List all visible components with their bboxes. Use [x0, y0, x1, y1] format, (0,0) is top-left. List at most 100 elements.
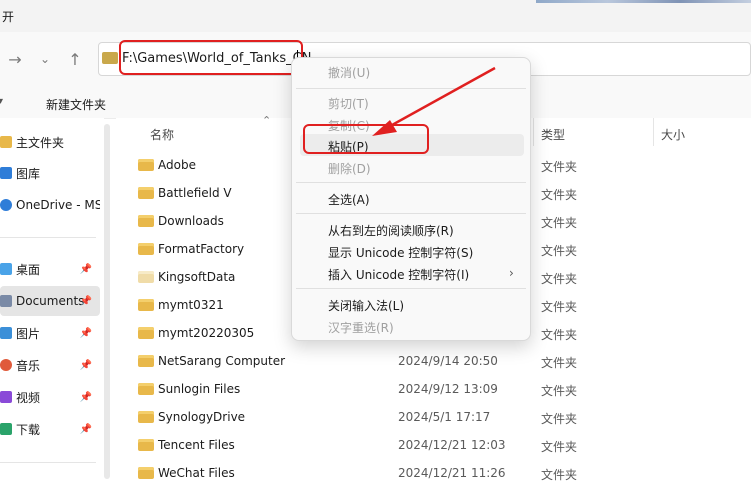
sidebar-scrollbar[interactable]: [104, 124, 110, 479]
file-type: 文件夹: [541, 300, 578, 314]
file-date: 2024/12/21 12:03: [398, 438, 506, 452]
file-date: 2024/9/12 13:09: [398, 382, 498, 396]
menu-item-delete[interactable]: 删除(D): [328, 160, 371, 177]
file-name: SynologyDrive: [158, 410, 246, 424]
folder-icon: [138, 383, 154, 395]
forward-arrow-icon[interactable]: →: [4, 48, 26, 70]
menu-item-cut[interactable]: 剪切(T): [328, 95, 369, 112]
file-type: 文件夹: [541, 356, 578, 370]
column-divider[interactable]: [533, 118, 534, 146]
recent-dropdown-icon[interactable]: ⌄: [34, 48, 56, 70]
file-name: mymt20220305: [158, 326, 255, 340]
pin-icon: 📌: [79, 295, 92, 307]
file-type: 文件夹: [541, 384, 578, 398]
menu-separator: [296, 88, 526, 89]
file-name: mymt0321: [158, 298, 224, 312]
documents-icon: [0, 295, 12, 307]
menu-item-select-all[interactable]: 全选(A): [328, 191, 370, 208]
folder-icon: [138, 187, 154, 199]
up-arrow-icon[interactable]: ↑: [64, 48, 86, 70]
file-type: 文件夹: [541, 328, 578, 342]
pin-icon: 📌: [79, 263, 92, 275]
file-name: WeChat Files: [158, 466, 235, 480]
folder-icon: [138, 159, 154, 171]
pin-icon: 📌: [79, 327, 92, 339]
chevron-right-icon: ›: [509, 266, 514, 280]
file-name: Battlefield V: [158, 186, 232, 200]
file-date: 2024/5/1 17:17: [398, 410, 491, 424]
sidebar-item-label: 下载: [16, 422, 41, 437]
downloads-icon: [0, 423, 12, 435]
pictures-icon: [0, 327, 12, 339]
menu-item-close-ime[interactable]: 关闭输入法(L): [328, 297, 404, 314]
file-type: 文件夹: [541, 412, 578, 426]
file-name: Adobe: [158, 158, 196, 172]
home-icon: [0, 136, 12, 148]
annotation-box-address: [119, 40, 303, 75]
file-type: 文件夹: [541, 216, 578, 230]
file-name: Downloads: [158, 214, 224, 228]
file-type: 文件夹: [541, 468, 578, 482]
sidebar-item-label: 桌面: [16, 262, 41, 277]
sidebar-item-downloads[interactable]: 下载 📌: [0, 414, 100, 444]
background-image-strip: [536, 0, 751, 3]
menu-item-reconvert[interactable]: 汉字重选(R): [328, 319, 394, 336]
sidebar-item-onedrive[interactable]: OneDrive - MS: [0, 190, 100, 220]
file-name: NetSarang Computer: [158, 354, 286, 368]
sidebar-item-label: Documents: [16, 294, 85, 308]
folder-icon: [138, 327, 154, 339]
sidebar-item-pictures[interactable]: 图片 📌: [0, 318, 100, 348]
column-divider[interactable]: [653, 118, 654, 146]
sidebar-item-label: OneDrive - MS: [16, 198, 100, 212]
folder-icon: [138, 215, 154, 227]
file-name: Tencent Files: [158, 438, 235, 452]
folder-icon: [138, 271, 154, 283]
cloud-icon: [0, 199, 12, 211]
file-type: 文件夹: [541, 440, 578, 454]
file-type: 文件夹: [541, 244, 578, 258]
column-header-type[interactable]: 类型: [541, 126, 565, 143]
menu-item-insert-unicode[interactable]: 插入 Unicode 控制字符(I): [328, 266, 469, 283]
sidebar-divider: [0, 237, 96, 238]
sidebar-item-home[interactable]: 主文件夹: [0, 127, 100, 157]
folder-icon: [102, 52, 118, 64]
file-name: FormatFactory: [158, 242, 245, 256]
chevron-down-icon[interactable]: ▾: [0, 96, 3, 107]
file-date: 2024/9/14 20:50: [398, 354, 498, 368]
file-type: 文件夹: [541, 188, 578, 202]
file-name: Sunlogin Files: [158, 382, 241, 396]
window-title: 开: [2, 10, 15, 24]
file-type: 文件夹: [541, 160, 578, 174]
file-name: KingsoftData: [158, 270, 236, 284]
sidebar-item-label: 图片: [16, 326, 41, 341]
sidebar-divider: [0, 462, 96, 463]
menu-item-undo[interactable]: 撤消(U): [328, 64, 370, 81]
sidebar-item-documents[interactable]: Documents 📌: [0, 286, 100, 316]
folder-icon: [138, 355, 154, 367]
new-folder-button[interactable]: 新建文件夹: [46, 96, 106, 113]
sidebar-item-label: 音乐: [16, 358, 41, 373]
title-bar: [0, 0, 751, 32]
menu-item-rtl-reading[interactable]: 从右到左的阅读顺序(R): [328, 222, 454, 239]
column-header-name[interactable]: 名称: [150, 126, 174, 143]
pin-icon: 📌: [79, 423, 92, 435]
desktop-icon: [0, 263, 12, 275]
sidebar-item-videos[interactable]: 视频 📌: [0, 382, 100, 412]
folder-icon: [138, 243, 154, 255]
folder-icon: [138, 467, 154, 479]
music-icon: [0, 359, 12, 371]
videos-icon: [0, 391, 12, 403]
pin-icon: 📌: [79, 391, 92, 403]
file-type: 文件夹: [541, 272, 578, 286]
sidebar-item-desktop[interactable]: 桌面 📌: [0, 254, 100, 284]
sidebar-item-gallery[interactable]: 图库: [0, 158, 100, 188]
column-header-size[interactable]: 大小: [661, 126, 685, 143]
menu-item-show-unicode[interactable]: 显示 Unicode 控制字符(S): [328, 244, 473, 261]
sidebar-item-music[interactable]: 音乐 📌: [0, 350, 100, 380]
file-date: 2024/12/21 11:26: [398, 466, 506, 480]
annotation-box-paste: [303, 124, 429, 154]
menu-separator: [296, 213, 526, 214]
folder-icon: [138, 439, 154, 451]
sidebar-item-label: 主文件夹: [16, 135, 65, 150]
sidebar-item-label: 图库: [16, 166, 41, 181]
